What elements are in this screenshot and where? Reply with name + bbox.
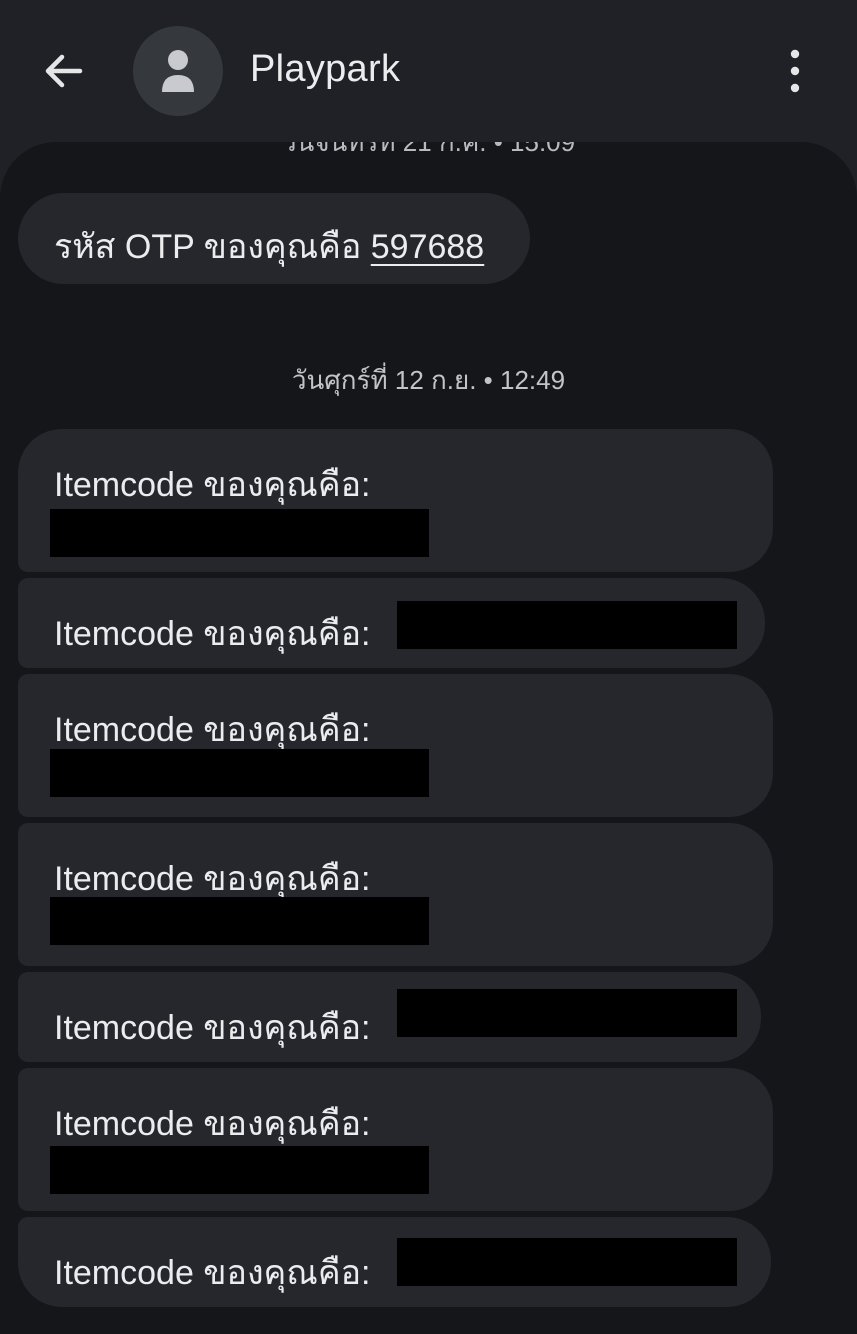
app-bar: Playpark [0, 0, 857, 142]
itemcode-message-bubble[interactable]: Itemcode ของคุณคือ: [18, 429, 773, 572]
conversation-title: Playpark [250, 48, 401, 90]
itemcode-message-bubble[interactable]: Itemcode ของคุณคือ: [18, 1217, 771, 1307]
itemcode-message-text: Itemcode ของคุณคือ: [54, 711, 371, 749]
otp-code-link[interactable]: 597688 [371, 228, 484, 266]
more-options-icon[interactable] [772, 48, 818, 94]
redacted-code [397, 1238, 737, 1286]
itemcode-message-bubble[interactable]: Itemcode ของคุณคือ: [18, 823, 773, 966]
itemcode-message-bubble[interactable]: Itemcode ของคุณคือ: [18, 674, 773, 817]
otp-message-text: รหัส OTP ของคุณคือ [54, 228, 362, 266]
itemcode-message-text: Itemcode ของคุณคือ: [54, 466, 371, 504]
avatar[interactable] [133, 26, 223, 116]
itemcode-message-bubble[interactable]: Itemcode ของคุณคือ: [18, 1068, 773, 1211]
itemcode-message-bubble[interactable]: Itemcode ของคุณคือ: [18, 578, 765, 668]
date-separator-partial: วันจันทร์ที่ 21 ก.ค. • 15:09 [281, 142, 576, 157]
itemcode-message-text: Itemcode ของคุณคือ: [54, 615, 371, 653]
date-separator: วันศุกร์ที่ 12 ก.ย. • 12:49 [291, 365, 566, 395]
redacted-code [50, 1146, 429, 1194]
itemcode-message-bubble[interactable]: Itemcode ของคุณคือ: [18, 972, 761, 1062]
redacted-code [397, 601, 737, 649]
itemcode-message-text: Itemcode ของคุณคือ: [54, 1009, 371, 1047]
redacted-code [50, 749, 429, 797]
otp-message-bubble[interactable]: รหัส OTP ของคุณคือ 597688 [18, 193, 530, 284]
itemcode-message-text: Itemcode ของคุณคือ: [54, 1254, 371, 1292]
redacted-code [50, 509, 429, 557]
message-list[interactable]: วันจันทร์ที่ 21 ก.ค. • 15:09 รหัส OTP ขอ… [0, 142, 857, 1334]
itemcode-message-text: Itemcode ของคุณคือ: [54, 1105, 371, 1143]
redacted-code [397, 989, 737, 1037]
redacted-code [50, 897, 429, 945]
back-arrow-icon[interactable] [40, 48, 86, 94]
person-icon [162, 50, 194, 92]
